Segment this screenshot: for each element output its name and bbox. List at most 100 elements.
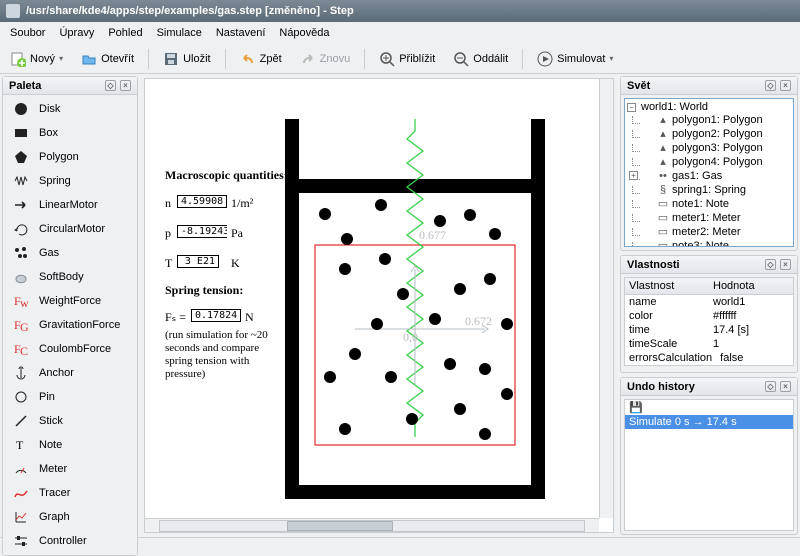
palette-item-softbody[interactable]: SoftBody xyxy=(3,265,137,289)
undo-item[interactable]: 💾 xyxy=(625,400,793,415)
palette-item-linearmotor[interactable]: LinearMotor xyxy=(3,193,137,217)
palette-item-label: Gas xyxy=(39,247,59,259)
palette-item-label: WeightForce xyxy=(39,295,101,307)
svg-text:T: T xyxy=(16,438,24,452)
undo-list[interactable]: 💾 Simulate 0 s → 17.4 s xyxy=(624,399,794,531)
play-icon xyxy=(537,51,553,67)
svg-text:G: G xyxy=(20,320,29,333)
open-button[interactable]: Otevřít xyxy=(77,49,138,69)
properties-table[interactable]: VlastnostHodnota nameworld1color#fffffft… xyxy=(624,277,794,366)
palette-item-label: Note xyxy=(39,439,62,451)
save-icon: 💾 xyxy=(629,401,641,414)
undo-icon xyxy=(240,51,256,67)
property-row[interactable]: nameworld1 xyxy=(625,295,793,309)
tree-item[interactable]: § spring1: Spring xyxy=(629,183,789,197)
readout-p: -8.19243 xyxy=(177,225,227,238)
disk-icon xyxy=(11,101,31,117)
svg-text:Fₛ =: Fₛ = xyxy=(165,310,186,324)
tree-item[interactable]: ▴ polygon3: Polygon xyxy=(629,141,789,155)
palette-item-label: Graph xyxy=(39,511,70,523)
horizontal-scrollbar[interactable] xyxy=(145,518,599,532)
palette-item-stick[interactable]: Stick xyxy=(3,409,137,433)
new-icon xyxy=(10,51,26,67)
svg-text:C: C xyxy=(20,344,28,357)
undo-item[interactable]: Simulate 0 s → 17.4 s xyxy=(625,415,793,429)
palette-item-note[interactable]: T Note xyxy=(3,433,137,457)
svg-text:K: K xyxy=(231,256,240,270)
palette-item-label: LinearMotor xyxy=(39,199,98,211)
property-row[interactable]: timeScale1 xyxy=(625,337,793,351)
menu-pohled[interactable]: Pohled xyxy=(102,25,148,41)
properties-title: Vlastnosti ◇× xyxy=(621,256,797,274)
palette-item-label: Box xyxy=(39,127,58,139)
palette-item-pin[interactable]: Pin xyxy=(3,385,137,409)
panel-close-icon[interactable]: × xyxy=(780,80,791,91)
panel-restore-icon[interactable]: ◇ xyxy=(105,80,116,91)
palette-item-label: Pin xyxy=(39,391,55,403)
tree-expand-icon[interactable]: + xyxy=(629,171,638,180)
tree-item[interactable]: +•• gas1: Gas xyxy=(629,169,789,183)
tree-item[interactable]: ▭ meter2: Meter xyxy=(629,225,789,239)
svg-text:p: p xyxy=(165,226,171,240)
property-row[interactable]: errorsCalculationfalse xyxy=(625,351,793,365)
vertical-scrollbar[interactable] xyxy=(599,79,613,518)
canvas[interactable]: Macroscopic quantities: n4.599081/m² p-8… xyxy=(144,78,614,533)
simulate-button[interactable]: Simulovat▾ xyxy=(533,49,617,69)
palette-item-label: Tracer xyxy=(39,487,70,499)
palette-item-weightforce[interactable]: Fw WeightForce xyxy=(3,289,137,313)
tree-item[interactable]: ▭ note3: Note xyxy=(629,239,789,247)
palette-item-circularmotor[interactable]: CircularMotor xyxy=(3,217,137,241)
zoomout-icon xyxy=(453,51,469,67)
palette-item-graph[interactable]: Graph xyxy=(3,505,137,529)
palette-item-gravitationforce[interactable]: FGGravitationForce xyxy=(3,313,137,337)
palette-item-meter[interactable]: Meter xyxy=(3,457,137,481)
zoomout-button[interactable]: Oddálit xyxy=(449,49,512,69)
panel-restore-icon[interactable]: ◇ xyxy=(765,80,776,91)
window-title: /usr/share/kde4/apps/step/examples/gas.s… xyxy=(26,5,354,17)
palette-item-label: Polygon xyxy=(39,151,79,163)
tree-item[interactable]: ▭ meter1: Meter xyxy=(629,211,789,225)
palette-item-label: Spring xyxy=(39,175,71,187)
palette-item-controller[interactable]: Controller xyxy=(3,529,137,553)
tree-collapse-icon[interactable]: − xyxy=(627,103,636,112)
open-icon xyxy=(81,51,97,67)
menu-simulace[interactable]: Simulace xyxy=(151,25,208,41)
dropdown-icon[interactable]: ▾ xyxy=(609,54,613,63)
svg-text:0.672: 0.672 xyxy=(465,314,492,328)
palette-item-coulombforce[interactable]: FCCoulombForce xyxy=(3,337,137,361)
palette-item-anchor[interactable]: Anchor xyxy=(3,361,137,385)
menu-nastaveni[interactable]: Nastavení xyxy=(210,25,272,41)
save-icon xyxy=(163,51,179,67)
zoomin-button[interactable]: Přiblížit xyxy=(375,49,439,69)
world-tree[interactable]: −world1: World▴ polygon1: Polygon▴ polyg… xyxy=(624,98,794,247)
menu-upravy[interactable]: Úpravy xyxy=(53,25,100,41)
palette-item-box[interactable]: Box xyxy=(3,121,137,145)
redo-button[interactable]: Znovu xyxy=(296,49,355,69)
tree-item[interactable]: ▴ polygon2: Polygon xyxy=(629,127,789,141)
weightforce-icon: Fw xyxy=(11,293,31,309)
new-button[interactable]: Nový▾ xyxy=(6,49,67,69)
palette-item-tracer[interactable]: Tracer xyxy=(3,481,137,505)
tree-item[interactable]: ▴ polygon4: Polygon xyxy=(629,155,789,169)
property-row[interactable]: color#ffffff xyxy=(625,309,793,323)
svg-text:w: w xyxy=(20,296,29,309)
panel-close-icon[interactable]: × xyxy=(120,80,131,91)
save-button[interactable]: Uložit xyxy=(159,49,215,69)
property-row[interactable]: time17.4 [s] xyxy=(625,323,793,337)
undo-button[interactable]: Zpět xyxy=(236,49,286,69)
readout-T: 3 E21 xyxy=(177,255,219,268)
tree-item[interactable]: ▭ note1: Note xyxy=(629,197,789,211)
svg-text:Pa: Pa xyxy=(231,226,244,240)
menu-soubor[interactable]: Soubor xyxy=(4,25,51,41)
tree-item[interactable]: ▴ polygon1: Polygon xyxy=(629,113,789,127)
palette-item-spring[interactable]: Spring xyxy=(3,169,137,193)
palette-title: Paleta ◇× xyxy=(3,77,137,95)
dropdown-icon[interactable]: ▾ xyxy=(59,54,63,63)
redo-icon xyxy=(300,51,316,67)
box-icon xyxy=(11,125,31,141)
palette-item-polygon[interactable]: Polygon xyxy=(3,145,137,169)
palette-item-gas[interactable]: Gas xyxy=(3,241,137,265)
coulombforce-icon: FC xyxy=(11,341,31,357)
palette-item-disk[interactable]: Disk xyxy=(3,97,137,121)
menu-napoveda[interactable]: Nápověda xyxy=(273,25,335,41)
